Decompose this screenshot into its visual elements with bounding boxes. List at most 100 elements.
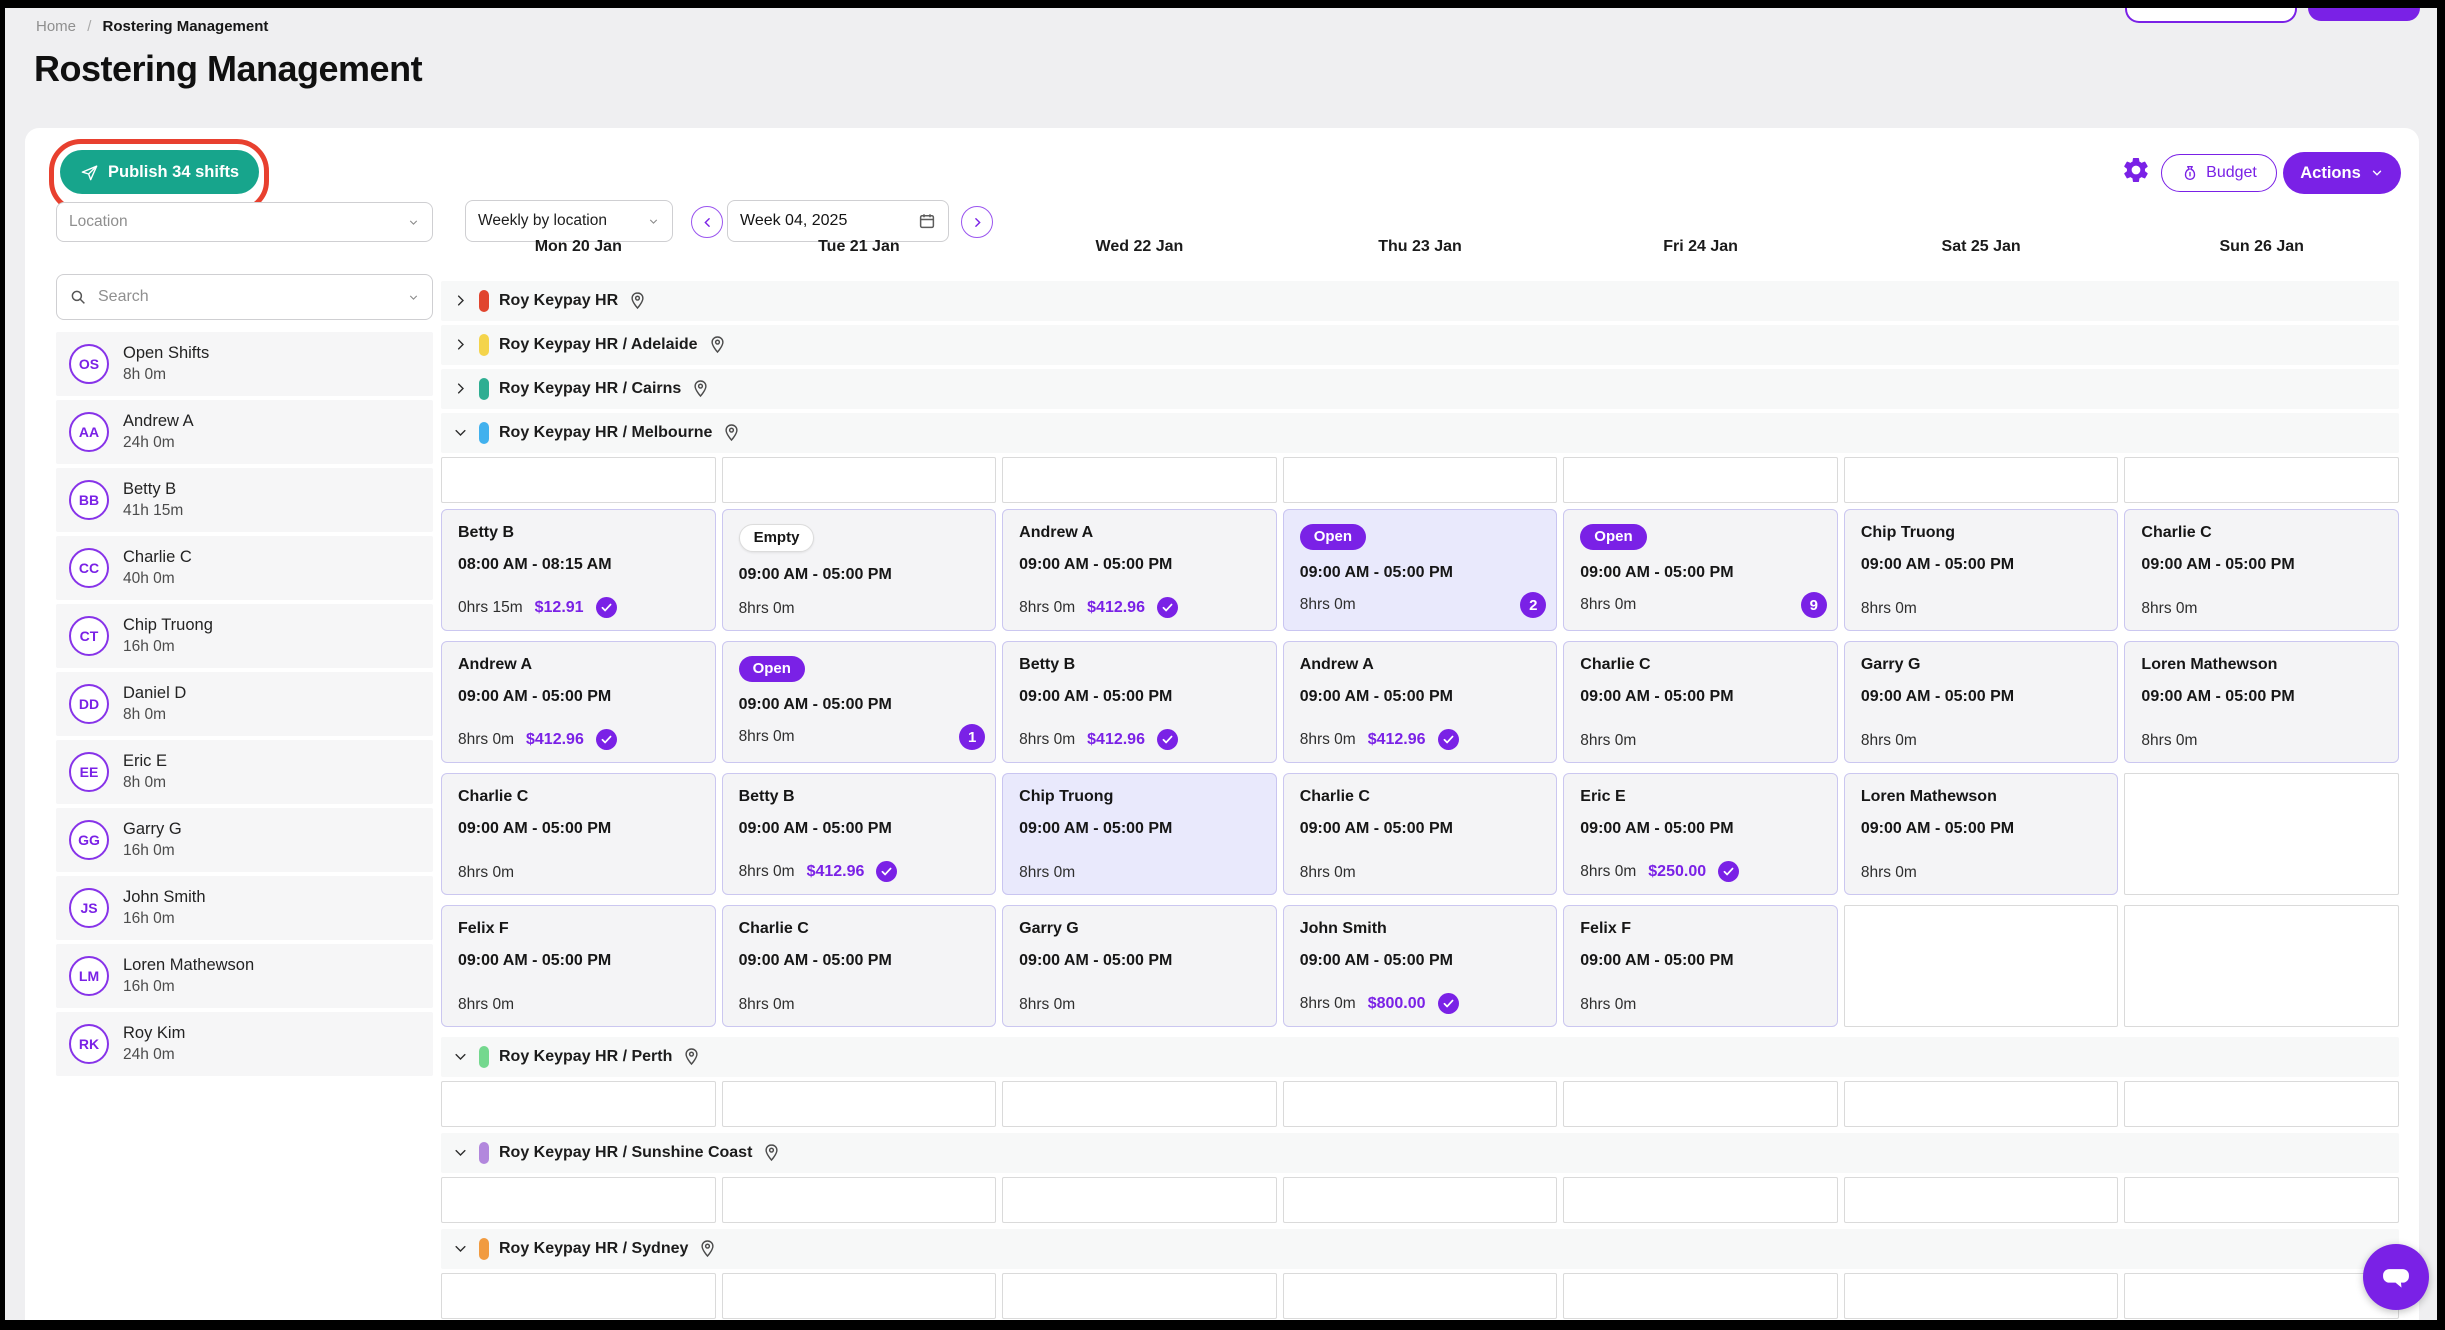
shift-card[interactable]: Betty B09:00 AM - 05:00 PM8hrs 0m$412.96 [1002, 641, 1277, 763]
location-group-header[interactable]: Roy Keypay HR / Cairns [441, 369, 2399, 409]
empty-cell[interactable] [441, 457, 716, 503]
sidebar-person-row[interactable]: RKRoy Kim24h 0m [56, 1012, 433, 1076]
empty-cell[interactable] [2124, 457, 2399, 503]
breadcrumb-home-link[interactable]: Home [36, 18, 76, 35]
clipped-toolbar-button-filled[interactable] [2308, 8, 2420, 21]
empty-cell[interactable] [1563, 1081, 1838, 1127]
employee-search-box[interactable] [56, 274, 433, 320]
empty-cell[interactable] [1563, 1177, 1838, 1223]
shift-card[interactable]: Charlie C09:00 AM - 05:00 PM8hrs 0m [1563, 641, 1838, 763]
empty-cell[interactable] [722, 457, 997, 503]
shift-card[interactable]: Andrew A09:00 AM - 05:00 PM8hrs 0m$412.9… [1283, 641, 1558, 763]
empty-cell[interactable] [441, 1081, 716, 1127]
shift-card[interactable]: Felix F09:00 AM - 05:00 PM8hrs 0m [1563, 905, 1838, 1027]
location-group-header[interactable]: Roy Keypay HR / Melbourne [441, 413, 2399, 453]
empty-cell[interactable] [2124, 1177, 2399, 1223]
sidebar-person-row[interactable]: DDDaniel D8h 0m [56, 672, 433, 736]
chevron-down-icon[interactable] [453, 425, 469, 441]
budget-button[interactable]: Budget [2161, 154, 2277, 192]
empty-cell[interactable] [722, 1273, 997, 1319]
shift-card[interactable]: Chip Truong09:00 AM - 05:00 PM8hrs 0m [1002, 773, 1277, 895]
empty-cell[interactable] [441, 1177, 716, 1223]
chevron-right-icon[interactable] [453, 381, 469, 397]
empty-cell[interactable] [1002, 1273, 1277, 1319]
empty-cell[interactable] [441, 1273, 716, 1319]
chevron-down-icon[interactable] [453, 1049, 469, 1065]
shift-card[interactable]: Betty B08:00 AM - 08:15 AM0hrs 15m$12.91 [441, 509, 716, 631]
clipped-toolbar-button-outlined[interactable] [2125, 8, 2297, 23]
chat-bubble-button[interactable] [2363, 1244, 2429, 1310]
location-group-header[interactable]: Roy Keypay HR / Perth [441, 1037, 2399, 1077]
empty-cell[interactable] [1844, 1081, 2119, 1127]
shift-card[interactable]: Felix F09:00 AM - 05:00 PM8hrs 0m [441, 905, 716, 1027]
view-mode-select[interactable]: Weekly by location [465, 200, 673, 242]
sidebar-person-row[interactable]: CCCharlie C40h 0m [56, 536, 433, 600]
location-group-header[interactable]: Roy Keypay HR [441, 281, 2399, 321]
next-week-button[interactable] [961, 206, 993, 238]
shift-card[interactable]: Charlie C09:00 AM - 05:00 PM8hrs 0m [1283, 773, 1558, 895]
sidebar-person-row[interactable]: GGGarry G16h 0m [56, 808, 433, 872]
chevron-down-icon[interactable] [453, 1241, 469, 1257]
empty-cell[interactable] [1844, 457, 2119, 503]
sidebar-person-row[interactable]: AAAndrew A24h 0m [56, 400, 433, 464]
location-group-header[interactable]: Roy Keypay HR / Sunshine Coast [441, 1133, 2399, 1173]
empty-cell[interactable] [1283, 1081, 1558, 1127]
empty-cell[interactable] [1002, 1177, 1277, 1223]
empty-cell[interactable] [2124, 1273, 2399, 1319]
shift-card[interactable]: Open09:00 AM - 05:00 PM8hrs 0m2 [1283, 509, 1558, 631]
empty-cell[interactable] [1563, 457, 1838, 503]
location-group-header[interactable]: Roy Keypay HR / Sydney [441, 1229, 2399, 1269]
shift-card[interactable]: Eric E09:00 AM - 05:00 PM8hrs 0m$250.00 [1563, 773, 1838, 895]
location-group-header[interactable]: Roy Keypay HR / Adelaide [441, 325, 2399, 365]
empty-cell[interactable] [1844, 905, 2119, 1027]
avatar: OS [69, 344, 109, 384]
empty-cell[interactable] [1563, 1273, 1838, 1319]
shift-card[interactable]: Chip Truong09:00 AM - 05:00 PM8hrs 0m [1844, 509, 2119, 631]
shift-card[interactable]: Loren Mathewson09:00 AM - 05:00 PM8hrs 0… [2124, 641, 2399, 763]
sidebar-person-row[interactable]: BBBetty B41h 15m [56, 468, 433, 532]
location-filter-select[interactable]: Location [56, 202, 433, 242]
week-picker-input[interactable]: Week 04, 2025 [727, 200, 949, 242]
shift-card[interactable]: Open09:00 AM - 05:00 PM8hrs 0m1 [722, 641, 997, 763]
shift-card[interactable]: Open09:00 AM - 05:00 PM8hrs 0m9 [1563, 509, 1838, 631]
empty-cell[interactable] [2124, 905, 2399, 1027]
sidebar-person-row[interactable]: LMLoren Mathewson16h 0m [56, 944, 433, 1008]
shift-card[interactable]: Charlie C09:00 AM - 05:00 PM8hrs 0m [2124, 509, 2399, 631]
empty-cell[interactable] [1844, 1177, 2119, 1223]
sidebar-person-row[interactable]: OSOpen Shifts8h 0m [56, 332, 433, 396]
empty-cell[interactable] [2124, 1081, 2399, 1127]
shift-card[interactable]: Charlie C09:00 AM - 05:00 PM8hrs 0m [722, 905, 997, 1027]
location-color-icon [479, 1238, 489, 1260]
shift-card[interactable]: Garry G09:00 AM - 05:00 PM8hrs 0m [1002, 905, 1277, 1027]
chevron-right-icon[interactable] [453, 293, 469, 309]
search-input[interactable] [96, 287, 398, 307]
sidebar-person-row[interactable]: JSJohn Smith16h 0m [56, 876, 433, 940]
shift-card[interactable]: Andrew A09:00 AM - 05:00 PM8hrs 0m$412.9… [1002, 509, 1277, 631]
empty-cell[interactable] [1844, 1273, 2119, 1319]
empty-cell[interactable] [1002, 457, 1277, 503]
gear-icon[interactable] [2121, 155, 2151, 185]
empty-cell[interactable] [722, 1081, 997, 1127]
shift-card[interactable]: Betty B09:00 AM - 05:00 PM8hrs 0m$412.96 [722, 773, 997, 895]
shift-card[interactable]: Empty09:00 AM - 05:00 PM8hrs 0m [722, 509, 997, 631]
empty-cell[interactable] [2124, 773, 2399, 895]
empty-cell[interactable] [1283, 1177, 1558, 1223]
previous-week-button[interactable] [691, 206, 723, 238]
publish-shifts-button[interactable]: Publish 34 shifts [60, 150, 259, 194]
sidebar-person-row[interactable]: CTChip Truong16h 0m [56, 604, 433, 668]
empty-cell[interactable] [722, 1177, 997, 1223]
chevron-down-icon[interactable] [453, 1145, 469, 1161]
empty-cell[interactable] [1283, 1273, 1558, 1319]
shift-card[interactable]: Charlie C09:00 AM - 05:00 PM8hrs 0m [441, 773, 716, 895]
empty-cell[interactable] [1002, 1081, 1277, 1127]
person-info: Daniel D8h 0m [123, 684, 186, 724]
chevron-right-icon[interactable] [453, 337, 469, 353]
shift-card[interactable]: Garry G09:00 AM - 05:00 PM8hrs 0m [1844, 641, 2119, 763]
empty-cell[interactable] [1283, 457, 1558, 503]
shift-card[interactable]: Andrew A09:00 AM - 05:00 PM8hrs 0m$412.9… [441, 641, 716, 763]
person-hours: 24h 0m [123, 1046, 185, 1064]
actions-button[interactable]: Actions [2283, 152, 2401, 194]
shift-card[interactable]: Loren Mathewson09:00 AM - 05:00 PM8hrs 0… [1844, 773, 2119, 895]
sidebar-person-row[interactable]: EEEric E8h 0m [56, 740, 433, 804]
shift-card[interactable]: John Smith09:00 AM - 05:00 PM8hrs 0m$800… [1283, 905, 1558, 1027]
